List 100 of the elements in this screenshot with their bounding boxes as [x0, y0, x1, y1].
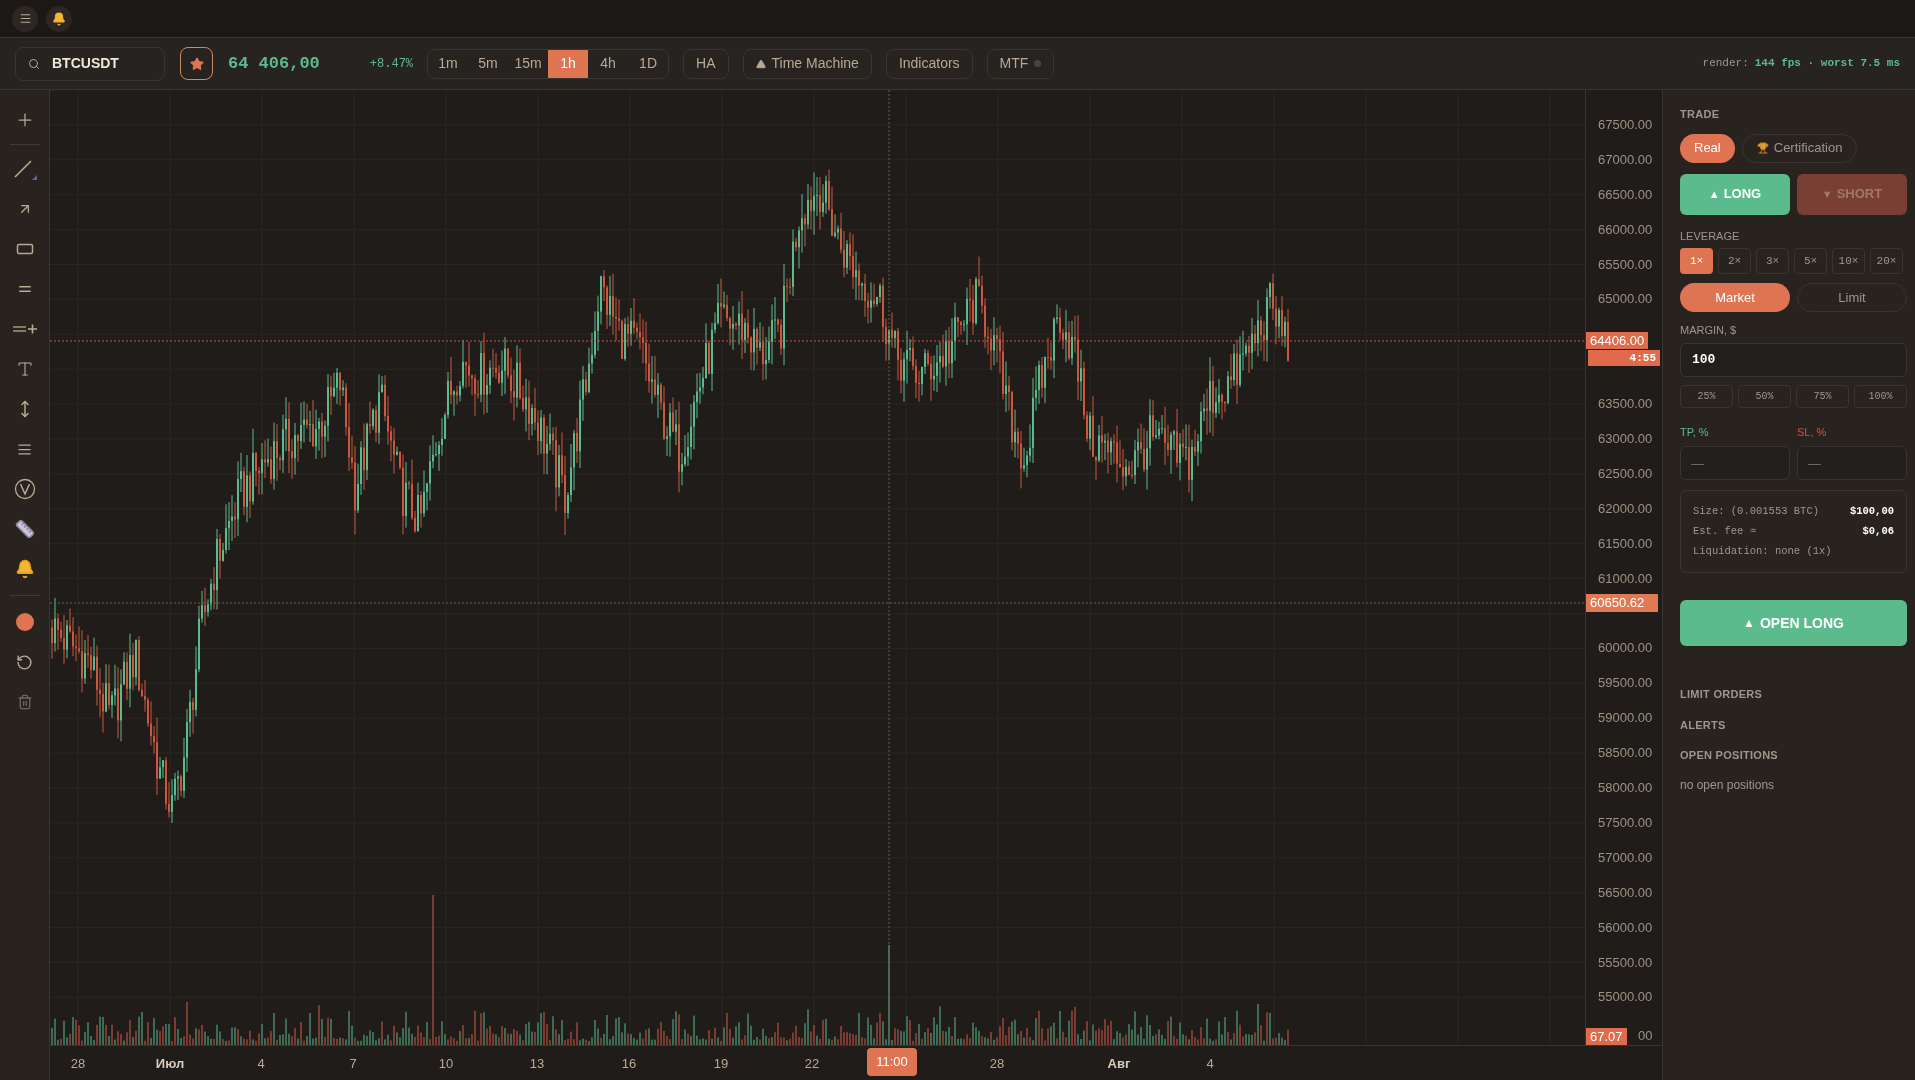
take-profit-label: TP, %	[1680, 424, 1710, 440]
leverage-option[interactable]: 10×	[1832, 248, 1865, 274]
time-label: 4	[1206, 1055, 1214, 1073]
render-stats: 144 fps · worst 7.5 ms	[1754, 56, 1900, 72]
margin-preset-button[interactable]: 25%	[1680, 384, 1733, 408]
price-label: 59000.00	[1598, 710, 1653, 727]
time-label: 7	[349, 1055, 357, 1073]
section-title: TRADE	[1680, 107, 1721, 122]
section-header[interactable]: ALERTS	[1680, 716, 1908, 734]
leverage-option[interactable]: 3×	[1756, 248, 1789, 274]
field-label: LEVERAGE	[1680, 228, 1741, 244]
time-label: Авг	[1107, 1055, 1131, 1073]
summary-label: Size: (0.001553 BTC)	[1693, 504, 1820, 519]
stop-loss-input[interactable]: —	[1797, 446, 1907, 480]
lines-plus-icon	[11, 323, 38, 335]
star-icon	[189, 56, 204, 71]
trash-icon	[16, 694, 33, 710]
timeframe-tab[interactable]: 5m	[468, 49, 509, 78]
price-label: 63000.00	[1598, 431, 1653, 447]
field-label: MARGIN, $	[1680, 323, 1738, 338]
margin-preset-button[interactable]: 100%	[1854, 384, 1907, 408]
price-label: 56500.00	[1598, 884, 1653, 901]
timeframe-tab[interactable]: 1m	[428, 49, 469, 78]
price-label: 61500.00	[1598, 535, 1653, 552]
time-label: Июл	[155, 1055, 185, 1073]
text-icon	[15, 360, 34, 378]
price-label: 57500.00	[1598, 814, 1653, 831]
summary-label: Est. fee ≈	[1693, 523, 1756, 539]
price-label: 62000.00	[1598, 500, 1653, 517]
margin-preset-button[interactable]: 75%	[1796, 384, 1849, 408]
price-label: 55000.00	[1598, 989, 1653, 1006]
timeframe-tab[interactable]: 1h	[548, 49, 589, 78]
lines-icon	[17, 441, 32, 457]
price-label: 67500.00	[1598, 116, 1653, 133]
price-label: 55500.00	[1598, 954, 1653, 971]
trophy-icon	[1756, 142, 1769, 154]
price-label: 57000.00	[1598, 849, 1653, 866]
margin-preset-button[interactable]: 50%	[1738, 384, 1791, 408]
section-header[interactable]: LIMIT ORDERS	[1680, 686, 1908, 703]
summary-value: $100,00	[1849, 504, 1894, 519]
order-type-tab[interactable]: Market	[1680, 283, 1790, 312]
timeframe-tab[interactable]: 15m	[508, 49, 549, 78]
price-label: 61000.00	[1598, 570, 1653, 587]
crosshair-time-badge: 11:00	[867, 1048, 917, 1076]
ruler-icon	[14, 519, 35, 539]
price-label: 00	[1638, 1028, 1653, 1044]
stop-loss-label: SL, %	[1797, 424, 1828, 440]
price-label: 62500.00	[1598, 465, 1653, 482]
symbol-search-field[interactable]: BTCUSDT	[15, 46, 165, 81]
price-badge: 4:55	[1588, 350, 1660, 366]
leverage-option[interactable]: 20×	[1870, 248, 1903, 274]
timeframe-tab[interactable]: 1D	[628, 49, 669, 78]
time-label: 13	[529, 1055, 545, 1073]
time-label: 22	[804, 1055, 820, 1073]
summary-label: Liquidation: none (1x)	[1693, 543, 1832, 559]
price-label: 65500.00	[1598, 256, 1653, 273]
toolbar-button[interactable]: HA	[683, 48, 729, 79]
empty-positions-text: no open positions	[1680, 776, 1776, 794]
summary-value: $0,06	[1862, 523, 1894, 539]
search-icon	[28, 57, 40, 70]
menu-icon	[18, 12, 32, 25]
mode-tab[interactable]: Real	[1680, 133, 1735, 163]
price-label: 67000.00	[1598, 151, 1653, 168]
leverage-option[interactable]: 2×	[1718, 248, 1751, 274]
price-label: 60000.00	[1598, 640, 1653, 657]
price-label: 59500.00	[1598, 675, 1653, 692]
symbol-text: BTCUSDT	[52, 54, 119, 73]
record-icon	[15, 613, 34, 631]
undo-icon	[16, 653, 33, 671]
section-header[interactable]: OPEN POSITIONS	[1680, 747, 1908, 764]
render-label: render:	[1702, 56, 1749, 72]
price-label: 58500.00	[1598, 745, 1653, 762]
price-badge: 60650.62	[1586, 594, 1658, 612]
toolbar-button[interactable]: MTF	[986, 48, 1055, 79]
price-label: 66500.00	[1598, 186, 1653, 203]
timeframe-tab[interactable]: 4h	[588, 49, 629, 78]
price-badge: 67.07	[1586, 1028, 1627, 1045]
time-label: 16	[621, 1055, 637, 1073]
price-label: 58000.00	[1598, 780, 1653, 796]
toolbar-button[interactable]: Time Machine	[742, 48, 872, 79]
favorite-button[interactable]	[180, 47, 213, 80]
price-badge: 64406.00	[1586, 332, 1649, 349]
margin-input[interactable]: 100	[1680, 342, 1907, 377]
time-label: 28	[989, 1055, 1005, 1073]
price-text: 64 406,00	[228, 52, 320, 75]
toolbar-button[interactable]: Indicators	[885, 48, 973, 79]
circled-v-icon	[13, 478, 36, 500]
bell-icon	[14, 559, 35, 579]
time-label: 10	[438, 1055, 454, 1073]
time-label: 28	[70, 1055, 86, 1073]
menu-button[interactable]	[12, 5, 38, 32]
take-profit-input[interactable]: —	[1680, 446, 1790, 480]
change-text: +8.47%	[369, 55, 414, 73]
leverage-option[interactable]: 1×	[1680, 248, 1713, 274]
time-label: 4	[257, 1055, 265, 1073]
price-label: 65000.00	[1598, 291, 1653, 308]
leverage-option[interactable]: 5×	[1794, 248, 1827, 274]
alerts-button[interactable]	[46, 5, 72, 32]
bell-icon	[52, 11, 66, 26]
price-label: 66000.00	[1598, 221, 1653, 238]
